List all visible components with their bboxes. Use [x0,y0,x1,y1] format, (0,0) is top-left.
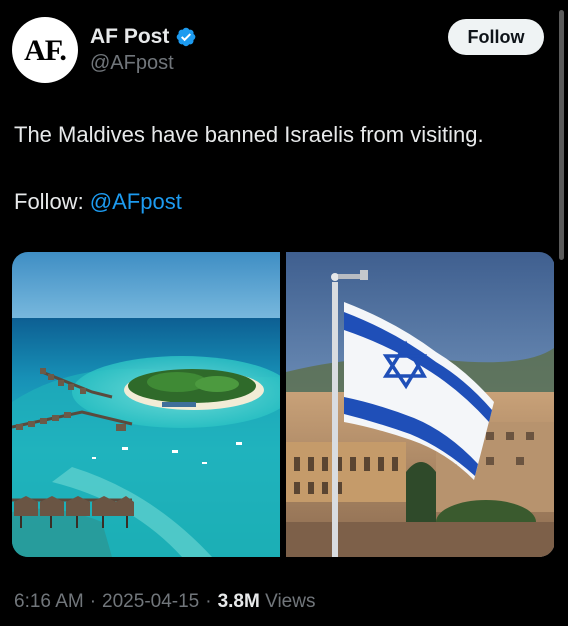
tweet-text: The Maldives have banned Israelis from v… [14,122,484,147]
follow-prefix: Follow: [14,189,90,214]
avatar-logo-text: AF. [24,34,67,67]
tweet-meta: 6:16 AM · 2025-04-15 · 3.8M Views [14,591,315,613]
avatar[interactable]: AF. [12,17,78,83]
scrollbar[interactable] [559,10,564,260]
israel-flag-photo[interactable] [286,252,554,557]
views-count: 3.8M [217,591,260,612]
follow-button[interactable]: Follow [448,19,544,55]
verified-badge-icon [177,27,196,47]
meta-separator: · [205,591,212,612]
tweet-date[interactable]: 2025-04-15 [102,591,199,613]
media-grid [12,252,555,557]
author-handle[interactable]: @AFpost [90,52,174,75]
views[interactable]: 3.8M Views [218,591,316,613]
views-label: Views [265,591,316,612]
tweet-card: AF. AF Post @AFpost Follow The Maldives … [0,0,568,626]
author-name-row: AF Post [90,24,197,50]
meta-separator: · [89,591,97,612]
display-name[interactable]: AF Post [90,25,169,49]
tweet-time[interactable]: 6:16 AM [14,591,84,613]
mention-link[interactable]: @AFpost [90,189,182,214]
tweet-follow-line: Follow: @AFpost [14,188,182,216]
maldives-island-photo[interactable] [12,252,280,557]
